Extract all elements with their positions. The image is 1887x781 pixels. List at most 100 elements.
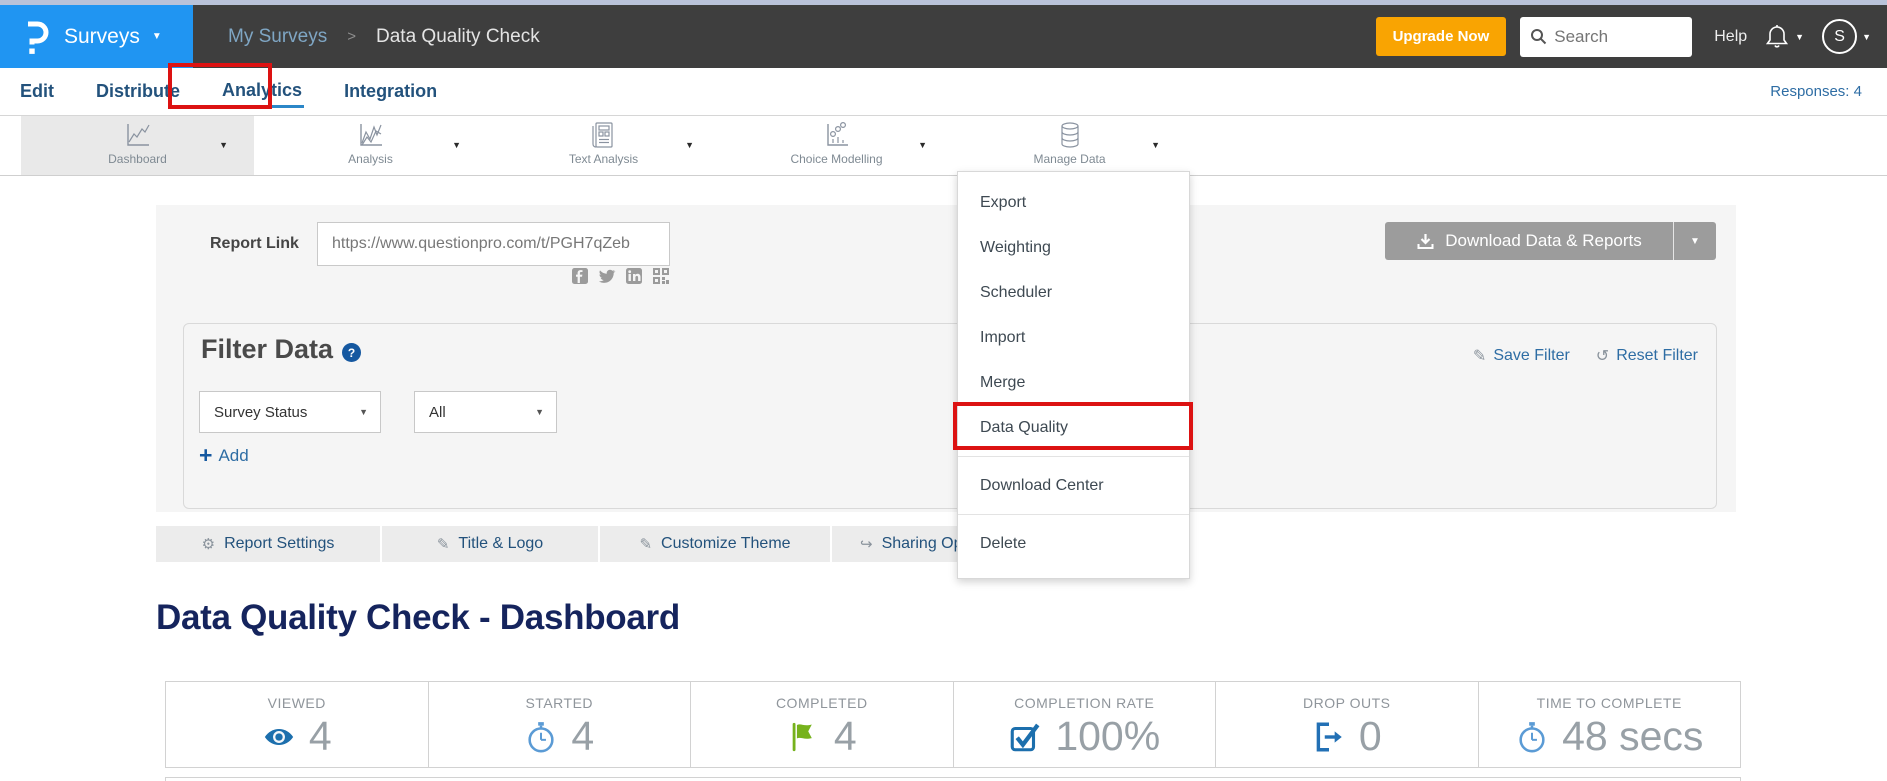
stat-card-time-to-complete: TIME TO COMPLETE 48 secs (1478, 681, 1742, 768)
stat-card-completion-rate: COMPLETION RATE 100% (953, 681, 1217, 768)
add-filter-button[interactable]: + Add (199, 444, 249, 467)
help-link[interactable]: Help (1714, 28, 1747, 46)
nav-item-integration[interactable]: Integration (342, 77, 439, 106)
tab-analysis[interactable]: Analysis ▼ (254, 116, 487, 175)
stat-label: COMPLETED (776, 695, 868, 711)
tab-manage-data[interactable]: Manage Data ▼ (953, 116, 1186, 175)
title-logo-button[interactable]: ✎ Title & Logo (382, 526, 598, 562)
flag-icon (787, 720, 821, 754)
report-settings-label: Report Settings (224, 535, 334, 553)
stat-label: COMPLETION RATE (1014, 695, 1154, 711)
pencil-icon: ✎ (639, 535, 652, 553)
stat-label: DROP OUTS (1303, 695, 1390, 711)
reset-filter-button[interactable]: ↺ Reset Filter (1596, 346, 1698, 366)
checkbox-icon (1008, 720, 1042, 754)
share-icons-row (566, 267, 670, 285)
facebook-icon[interactable] (571, 267, 589, 285)
linkedin-icon[interactable] (625, 267, 643, 285)
filter-data-section: Filter Data ? ✎ Save Filter ↺ Reset Filt… (183, 323, 1717, 509)
tab-choice-modelling[interactable]: Choice Modelling ▼ (720, 116, 953, 175)
stat-value: 48 secs (1562, 713, 1703, 760)
menu-item-scheduler[interactable]: Scheduler (958, 270, 1189, 315)
customize-theme-button[interactable]: ✎ Customize Theme (600, 526, 830, 562)
menu-divider (958, 456, 1189, 457)
filter-field-select[interactable]: Survey Status ▼ (199, 391, 381, 433)
scatter-chart-icon (822, 120, 852, 150)
search-input[interactable] (1554, 27, 1679, 47)
chevron-down-icon[interactable]: ▼ (1862, 32, 1871, 42)
save-filter-label: Save Filter (1493, 347, 1569, 365)
menu-item-data-quality[interactable]: Data Quality (958, 405, 1189, 450)
download-data-reports-button[interactable]: Download Data & Reports ▼ (1385, 222, 1716, 260)
responses-count: Responses: 4 (1770, 83, 1862, 100)
stopwatch-icon (524, 720, 558, 754)
add-filter-label: Add (218, 446, 248, 466)
analytics-toolbar: Dashboard ▼ Analysis ▼ (0, 115, 1887, 176)
gears-icon: ⚙ (202, 535, 215, 553)
filter-field-value: Survey Status (214, 404, 307, 421)
stopwatch-icon (1515, 720, 1549, 754)
menu-item-delete[interactable]: Delete (958, 521, 1189, 566)
nav-item-analytics[interactable]: Analytics (220, 76, 304, 108)
notifications-button[interactable]: ▼ (1765, 24, 1804, 50)
database-icon (1055, 120, 1085, 150)
save-filter-button[interactable]: ✎ Save Filter (1473, 346, 1570, 366)
report-settings-button[interactable]: ⚙ Report Settings (156, 526, 380, 562)
multi-line-chart-icon (356, 120, 386, 150)
chevron-down-icon[interactable]: ▼ (452, 140, 461, 150)
line-chart-icon (123, 120, 153, 150)
stat-card-started: STARTED 4 (428, 681, 692, 768)
breadcrumb: My Surveys > Data Quality Check (228, 26, 540, 48)
stat-label: STARTED (525, 695, 593, 711)
stat-card-completed: COMPLETED 4 (690, 681, 954, 768)
report-link-input[interactable] (317, 222, 670, 266)
filter-value-value: All (429, 404, 446, 421)
help-circle-icon[interactable]: ? (342, 343, 361, 362)
eye-icon (262, 720, 296, 754)
nav-item-distribute[interactable]: Distribute (94, 77, 182, 106)
menu-item-export[interactable]: Export (958, 180, 1189, 225)
stat-value: 100% (1055, 713, 1160, 760)
menu-item-weighting[interactable]: Weighting (958, 225, 1189, 270)
download-options-caret[interactable]: ▼ (1674, 236, 1716, 247)
filter-data-title: Filter Data (201, 334, 333, 365)
menu-item-merge[interactable]: Merge (958, 360, 1189, 405)
chevron-down-icon[interactable]: ▼ (219, 140, 228, 150)
chevron-down-icon: ▼ (1795, 32, 1804, 42)
breadcrumb-my-surveys[interactable]: My Surveys (228, 26, 327, 48)
tab-dashboard[interactable]: Dashboard ▼ (21, 116, 254, 175)
tab-label: Choice Modelling (790, 152, 882, 166)
menu-item-download-center[interactable]: Download Center (958, 463, 1189, 508)
chevron-down-icon[interactable]: ▼ (685, 140, 694, 150)
nav-item-edit[interactable]: Edit (18, 77, 56, 106)
twitter-icon[interactable] (598, 267, 616, 285)
user-avatar[interactable]: S (1822, 19, 1857, 54)
customize-theme-label: Customize Theme (661, 535, 791, 553)
chevron-down-icon[interactable]: ▼ (1151, 140, 1160, 150)
filter-value-select[interactable]: All ▼ (414, 391, 557, 433)
questionpro-analytics-page: Surveys ▼ My Surveys > Data Quality Chec… (0, 0, 1887, 781)
stat-value: 4 (834, 713, 857, 760)
survey-nav: Edit Distribute Analytics Integration Re… (0, 68, 1887, 115)
newspaper-icon (589, 120, 619, 150)
tab-label: Manage Data (1033, 152, 1105, 166)
tab-text-analysis[interactable]: Text Analysis ▼ (487, 116, 720, 175)
tab-label: Text Analysis (569, 152, 638, 166)
page-title: Data Quality Check - Dashboard (156, 598, 680, 638)
stat-value: 4 (309, 713, 332, 760)
bell-icon (1765, 24, 1789, 50)
upgrade-now-button[interactable]: Upgrade Now (1376, 17, 1507, 56)
download-icon (1416, 232, 1435, 251)
qr-code-icon[interactable] (652, 267, 670, 285)
menu-item-import[interactable]: Import (958, 315, 1189, 360)
download-button-label: Download Data & Reports (1445, 231, 1642, 251)
stat-label: VIEWED (268, 695, 326, 711)
menu-divider (958, 514, 1189, 515)
tab-label: Dashboard (108, 152, 167, 166)
chevron-down-icon[interactable]: ▼ (918, 140, 927, 150)
search-box[interactable] (1520, 17, 1692, 57)
stat-label: TIME TO COMPLETE (1537, 695, 1682, 711)
surveys-app-menu[interactable]: Surveys ▼ (0, 5, 193, 68)
survey-stats-row: VIEWED 4 STARTED 4 (165, 681, 1741, 768)
reset-filter-label: Reset Filter (1616, 347, 1698, 365)
